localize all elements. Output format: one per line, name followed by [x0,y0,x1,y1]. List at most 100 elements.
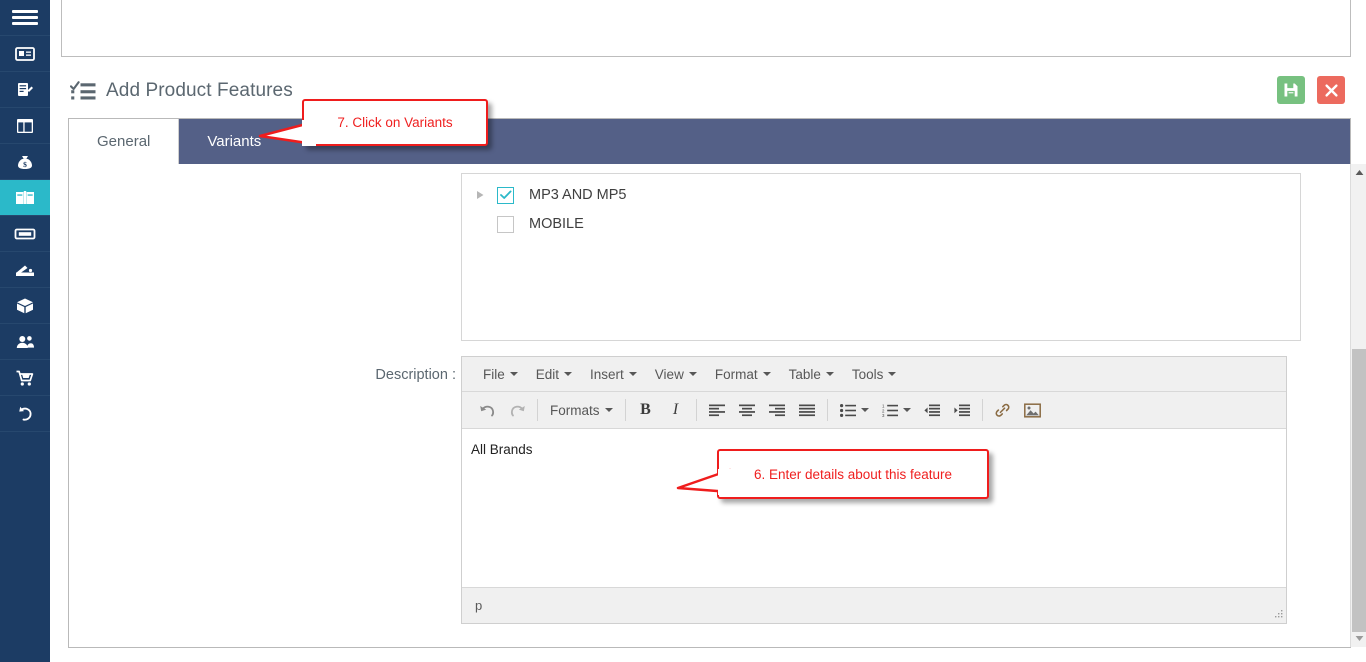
formats-dropdown[interactable]: Formats [543,396,620,424]
checkmark-icon [499,190,511,199]
align-right-icon [768,404,785,416]
bullet-list-button[interactable] [833,396,863,424]
chevron-down-icon [628,372,637,376]
menu-file[interactable]: File [474,364,527,385]
toolbar-separator [826,399,828,421]
feature-panel: General Variants MP3 AND MP5 MOBILE Desc… [68,118,1366,648]
align-justify-icon [798,404,815,416]
panel-body: MP3 AND MP5 MOBILE Description : File Ed… [69,164,1350,647]
align-left-button[interactable] [702,396,732,424]
save-icon [1284,83,1298,97]
redo-icon [510,405,525,416]
sidebar-item-dashboard[interactable] [0,108,50,144]
bold-button[interactable]: B [631,396,661,424]
chevron-down-icon [688,372,697,376]
scrollbar-thumb[interactable] [1352,349,1366,632]
chevron-down-icon [604,408,613,412]
page-title: Add Product Features [106,80,293,101]
resize-grip-icon[interactable] [1273,610,1283,620]
tab-general[interactable]: General [69,119,180,164]
open-book-icon [16,190,34,204]
chevron-down-icon [509,372,518,376]
sidebar-item-contacts[interactable] [0,36,50,72]
menu-insert-label: Insert [590,366,624,382]
sidebar-item-records[interactable] [0,72,50,108]
tree-checkbox-checked[interactable] [497,186,514,204]
callout-6-tail [676,468,732,495]
link-icon [995,403,1010,417]
numbered-list-dropdown-icon[interactable] [902,408,911,412]
tree-item-mp3-and-mp5[interactable]: MP3 AND MP5 [472,184,627,206]
align-right-button[interactable] [762,396,792,424]
tree-item-mobile[interactable]: MOBILE [472,213,584,235]
indent-button[interactable] [947,396,977,424]
sidebar: $ [0,0,50,662]
numbered-list-button[interactable]: 1 2 3 [875,396,905,424]
menu-table-label: Table [788,366,821,382]
align-justify-button[interactable] [792,396,822,424]
menu-edit[interactable]: Edit [527,364,581,385]
sidebar-item-catalog[interactable] [0,180,50,216]
wallet-icon [16,265,34,276]
insert-image-button[interactable] [1018,396,1048,424]
italic-button[interactable]: I [661,396,691,424]
toolbar-separator [981,399,983,421]
svg-text:3: 3 [882,413,885,417]
sidebar-item-customers[interactable] [0,324,50,360]
formats-label: Formats [550,402,600,418]
align-center-button[interactable] [732,396,762,424]
menu-view[interactable]: View [646,364,706,385]
undo-icon [479,405,494,416]
editor-menubar: File Edit Insert View Format Table Tools [462,357,1286,392]
chevron-down-icon [564,372,573,376]
id-card-icon [15,46,35,61]
toolbar-separator [695,399,697,421]
hamburger-menu-button[interactable] [0,0,50,36]
bullet-list-icon [839,403,856,417]
menu-tools-label: Tools [851,366,884,382]
outdent-button[interactable] [917,396,947,424]
bullet-list-dropdown-icon[interactable] [860,408,869,412]
sidebar-item-products[interactable] [0,288,50,324]
layout-columns-icon [17,118,33,133]
menu-table[interactable]: Table [780,364,843,385]
main-content: Add Product Features General Variants MP… [50,0,1366,662]
vertical-scrollbar[interactable] [1350,164,1366,647]
page-title-bar: Add Product Features [70,72,293,110]
chevron-down-icon [1355,636,1363,641]
money-bag-icon: $ [18,155,32,169]
save-button[interactable] [1277,76,1305,104]
sidebar-item-wallet[interactable] [0,252,50,288]
sidebar-item-orders[interactable] [0,360,50,396]
menu-format[interactable]: Format [706,364,780,385]
redo-button[interactable] [502,396,532,424]
numbered-list-icon: 1 2 3 [882,404,898,417]
callout-enter-details: 6. Enter details about this feature [717,449,989,499]
scroll-down-button[interactable] [1351,630,1366,647]
ticket-icon [14,228,36,239]
sidebar-item-tickets[interactable] [0,216,50,252]
scroll-up-button[interactable] [1351,164,1366,181]
toolbar-separator [537,399,538,421]
close-icon [1324,83,1338,97]
callout-click-on-variants: 7. Click on Variants [302,99,488,146]
menu-format-label: Format [714,366,758,382]
top-toolbar-strip [61,0,1351,57]
undo-button[interactable] [472,396,502,424]
sidebar-item-returns[interactable] [0,396,50,432]
box-icon [17,298,33,313]
close-button[interactable] [1317,76,1345,104]
description-label: Description : [375,367,456,383]
tree-checkbox-unchecked[interactable] [497,215,514,233]
undo-arrow-icon [19,406,32,421]
category-tree: MP3 AND MP5 MOBILE [461,173,1301,341]
insert-link-button[interactable] [988,396,1018,424]
expand-arrow-icon[interactable] [472,190,488,200]
chevron-down-icon [825,372,834,376]
svg-text:$: $ [23,160,27,169]
menu-tools[interactable]: Tools [843,364,906,385]
sidebar-item-finance[interactable]: $ [0,144,50,180]
menu-insert[interactable]: Insert [581,364,646,385]
align-left-icon [708,404,725,416]
indent-icon [953,404,970,416]
